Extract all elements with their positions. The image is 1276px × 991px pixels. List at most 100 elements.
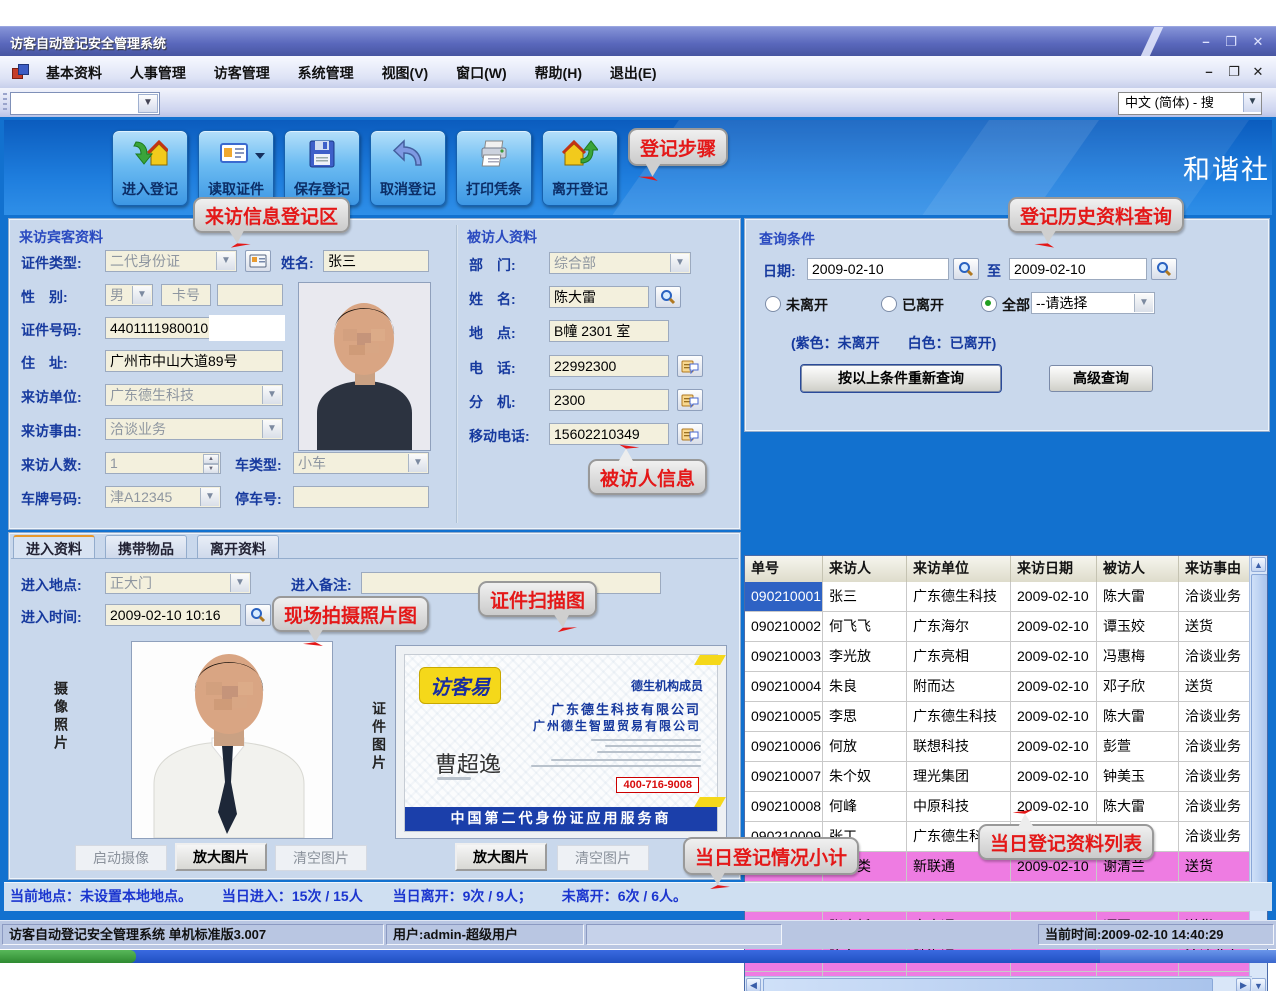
unit-combo[interactable]: 广东德生科技▼ bbox=[105, 384, 283, 406]
chevron-down-icon[interactable]: ▼ bbox=[138, 94, 158, 113]
table-row[interactable]: 090210005李思广东德生科技2009-02-10陈大雷洽谈业务 bbox=[745, 702, 1252, 732]
clear-card-button[interactable]: 清空图片 bbox=[557, 845, 649, 871]
col-header[interactable]: 来访单位 bbox=[907, 556, 1011, 582]
menu-item-visitor[interactable]: 访客管理 bbox=[202, 56, 282, 83]
start-button[interactable] bbox=[0, 950, 136, 963]
zoom-photo-button[interactable]: 放大图片 bbox=[175, 843, 267, 871]
table-cell[interactable]: 陈大雷 bbox=[1097, 792, 1179, 821]
table-cell[interactable]: 广东德生科技 bbox=[907, 702, 1011, 731]
card-reader-button[interactable] bbox=[245, 250, 271, 272]
start-camera-button[interactable]: 启动摄像 bbox=[75, 845, 167, 871]
table-cell[interactable]: 洽谈业务 bbox=[1179, 822, 1252, 851]
table-cell[interactable]: 何放 bbox=[823, 732, 907, 761]
location-input[interactable] bbox=[549, 320, 669, 342]
horizontal-scroll-thumb[interactable] bbox=[763, 978, 1213, 991]
tab-entry-info[interactable]: 进入资料 bbox=[13, 535, 95, 559]
menu-item-window[interactable]: 窗口(W) bbox=[444, 56, 519, 83]
quick-select-combo[interactable]: ▼ bbox=[10, 92, 160, 115]
ext-sms-button[interactable] bbox=[677, 389, 703, 411]
table-cell[interactable]: 洽谈业务 bbox=[1179, 642, 1252, 671]
table-cell[interactable]: 2009-02-10 bbox=[1011, 702, 1097, 731]
tab-leave-info[interactable]: 离开资料 bbox=[197, 535, 279, 559]
table-cell[interactable]: 广东德生科技 bbox=[907, 582, 1011, 611]
table-cell[interactable]: 送货 bbox=[1179, 672, 1252, 701]
dropdown-arrow-icon[interactable] bbox=[255, 153, 265, 159]
scroll-right-icon[interactable]: ▶ bbox=[1236, 978, 1251, 991]
tab-carried-items[interactable]: 携带物品 bbox=[105, 535, 187, 559]
save-register-button[interactable]: 保存登记 bbox=[284, 130, 360, 206]
table-cell[interactable]: 2009-02-10 bbox=[1011, 672, 1097, 701]
table-cell[interactable]: 广东亮相 bbox=[907, 642, 1011, 671]
table-cell[interactable]: 邓子欣 bbox=[1097, 672, 1179, 701]
advanced-query-button[interactable]: 高级查询 bbox=[1049, 365, 1153, 392]
radio-icon[interactable] bbox=[981, 296, 997, 312]
cancel-register-button[interactable]: 取消登记 bbox=[370, 130, 446, 206]
plate-combo[interactable]: 津A12345▼ bbox=[105, 486, 221, 508]
mdi-close-icon[interactable]: ✕ bbox=[1247, 64, 1269, 81]
table-cell[interactable]: 送货 bbox=[1179, 612, 1252, 641]
col-header[interactable]: 来访人 bbox=[823, 556, 907, 582]
table-cell[interactable]: 2009-02-10 bbox=[1011, 762, 1097, 791]
table-cell[interactable]: 2009-02-10 bbox=[1011, 642, 1097, 671]
print-slip-button[interactable]: 打印凭条 bbox=[456, 130, 532, 206]
table-cell[interactable]: 090210005 bbox=[745, 702, 823, 731]
table-cell[interactable]: 090210002 bbox=[745, 612, 823, 641]
chevron-down-icon[interactable]: ▼ bbox=[230, 574, 249, 592]
table-cell[interactable]: 彭萱 bbox=[1097, 732, 1179, 761]
table-cell[interactable]: 2009-02-10 bbox=[1011, 612, 1097, 641]
zoom-card-button[interactable]: 放大图片 bbox=[455, 843, 547, 871]
chevron-down-icon[interactable]: ▼ bbox=[200, 488, 219, 506]
table-row[interactable]: 090210008何峰中原科技2009-02-10陈大雷洽谈业务 bbox=[745, 792, 1252, 822]
vehicle-combo[interactable]: 小车▼ bbox=[293, 452, 429, 474]
col-header[interactable]: 来访日期 bbox=[1011, 556, 1097, 582]
close-icon[interactable]: ✕ bbox=[1246, 33, 1270, 51]
chevron-down-icon[interactable]: ▼ bbox=[216, 252, 235, 270]
table-cell[interactable]: 附而达 bbox=[907, 672, 1011, 701]
entry-time-input[interactable] bbox=[105, 604, 241, 626]
radio-icon[interactable] bbox=[765, 296, 781, 312]
radio-not-left[interactable]: 未离开 bbox=[765, 295, 828, 315]
col-header[interactable]: 来访事由 bbox=[1179, 556, 1252, 582]
mobile-sms-button[interactable] bbox=[677, 423, 703, 445]
id-type-combo[interactable]: 二代身份证▼ bbox=[105, 250, 237, 272]
table-cell[interactable]: 洽谈业务 bbox=[1179, 762, 1252, 791]
radio-left[interactable]: 已离开 bbox=[881, 295, 944, 315]
restore-icon[interactable]: ❐ bbox=[1219, 33, 1243, 51]
clear-photo-button[interactable]: 清空图片 bbox=[275, 845, 367, 871]
table-cell[interactable]: 张三 bbox=[823, 582, 907, 611]
read-card-button[interactable]: 读取证件 bbox=[198, 130, 274, 206]
minimize-icon[interactable]: – bbox=[1194, 33, 1218, 51]
scroll-left-icon[interactable]: ◀ bbox=[746, 978, 761, 991]
table-cell[interactable]: 何峰 bbox=[823, 792, 907, 821]
table-cell[interactable]: 2009-02-10 bbox=[1011, 732, 1097, 761]
visited-name-input[interactable] bbox=[549, 286, 649, 308]
table-cell[interactable]: 联想科技 bbox=[907, 732, 1011, 761]
table-cell[interactable]: 洽谈业务 bbox=[1179, 582, 1252, 611]
chevron-down-icon[interactable]: ▼ bbox=[1134, 294, 1153, 312]
menu-item-system[interactable]: 系统管理 bbox=[286, 56, 366, 83]
mdi-restore-icon[interactable]: ❐ bbox=[1223, 64, 1245, 81]
scroll-up-icon[interactable]: ▲ bbox=[1251, 557, 1266, 572]
count-stepper[interactable]: 1 ▲▼ bbox=[105, 452, 221, 474]
table-cell[interactable]: 朱个奴 bbox=[823, 762, 907, 791]
table-cell[interactable]: 陈大雷 bbox=[1097, 582, 1179, 611]
menu-item-exit[interactable]: 退出(E) bbox=[598, 56, 669, 83]
table-cell[interactable]: 李思 bbox=[823, 702, 907, 731]
card-no-input[interactable] bbox=[217, 284, 283, 306]
date-from-picker-button[interactable] bbox=[953, 258, 979, 280]
parking-input[interactable] bbox=[293, 486, 429, 508]
phone-input[interactable] bbox=[549, 355, 669, 377]
phone-sms-button[interactable] bbox=[677, 355, 703, 377]
table-row[interactable]: 090210001张三广东德生科技2009-02-10陈大雷洽谈业务 bbox=[745, 582, 1252, 612]
table-cell[interactable]: 广东海尔 bbox=[907, 612, 1011, 641]
table-row[interactable]: 090210004朱良附而达2009-02-10邓子欣送货 bbox=[745, 672, 1252, 702]
language-selector[interactable]: 中文 (简体) - 搜 ▼ bbox=[1118, 92, 1262, 115]
leave-register-button[interactable]: 离开登记 bbox=[542, 130, 618, 206]
table-cell[interactable]: 中原科技 bbox=[907, 792, 1011, 821]
radio-icon[interactable] bbox=[881, 296, 897, 312]
table-row[interactable]: 090210003李光放广东亮相2009-02-10冯惠梅洽谈业务 bbox=[745, 642, 1252, 672]
menu-item-view[interactable]: 视图(V) bbox=[370, 56, 441, 83]
toolbar-grip[interactable] bbox=[3, 93, 7, 111]
horizontal-scrollbar[interactable]: ◀ ▶ bbox=[745, 976, 1252, 991]
table-cell[interactable]: 谭玉姣 bbox=[1097, 612, 1179, 641]
